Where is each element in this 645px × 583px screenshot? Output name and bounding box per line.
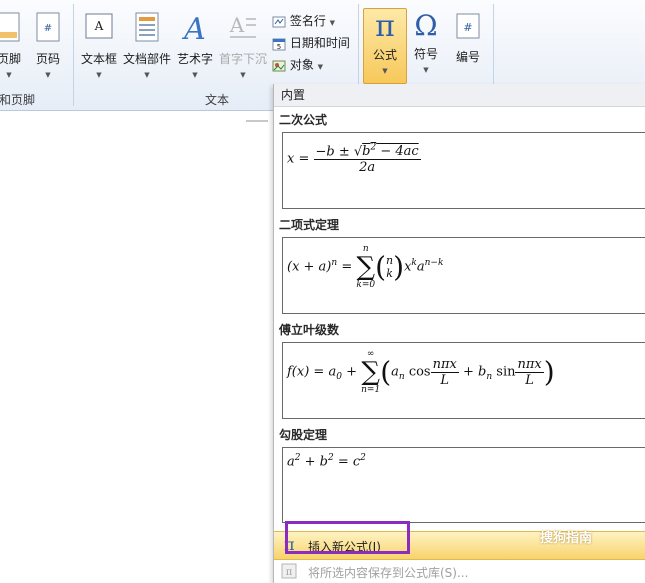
wordart-button[interactable]: A 艺术字 ▼ [175, 12, 215, 79]
calendar-icon: 5 [272, 38, 286, 51]
chevron-down-icon: ▼ [192, 71, 198, 79]
group-label-text: 文本 [205, 93, 230, 107]
page-corner-mark [246, 120, 268, 122]
drop-cap-icon: A [229, 13, 256, 38]
footer-icon [0, 12, 20, 42]
highlight-box [285, 521, 410, 554]
drop-cap-label: 首字下沉 [218, 52, 267, 66]
drop-cap-button[interactable]: A 首字下沉 ▼ [217, 12, 269, 79]
equation-preview: f(x) = a0 + ∞ ∑ n=1 (an cos nπx L + bn sin nπx… [287, 349, 555, 395]
gallery-item-title: 傅立叶级数 [279, 323, 340, 337]
quick-parts-icon [135, 12, 159, 42]
text-box-button[interactable]: A 文本框 ▼ [79, 12, 119, 79]
chevron-down-icon: ▼ [382, 67, 388, 75]
equation-button[interactable]: π 公式 ▼ [363, 8, 407, 84]
equation-preview: a2 + b2 = c2 [287, 453, 366, 470]
object-button[interactable]: 对象 ▼ [272, 56, 323, 74]
chevron-down-icon: ▼ [45, 71, 51, 79]
chevron-down-icon: ▼ [329, 19, 336, 27]
quick-parts-button[interactable]: 文档部件 ▼ [121, 12, 173, 79]
page-number-button[interactable]: # 页码 ▼ [31, 12, 65, 79]
chevron-down-icon: ▼ [423, 66, 429, 74]
omega-icon: Ω [414, 9, 438, 42]
svg-text:#: # [44, 23, 52, 34]
object-icon [272, 60, 286, 71]
wordart-icon: A [181, 12, 206, 47]
date-time-label: 日期和时间 [289, 36, 350, 50]
svg-text:A: A [229, 13, 245, 37]
number-button[interactable]: # 编号 [448, 12, 488, 65]
wordart-label: 艺术字 [176, 52, 213, 66]
equation-gallery: 内置 二次公式 x = −b ± √b2 − 4ac 2a 二项式定理 (x + … [273, 84, 645, 583]
equation-label: 公式 [372, 48, 397, 62]
watermark-text: 搜狗指南 [540, 531, 593, 546]
svg-text:#: # [463, 21, 472, 34]
object-label: 对象 [289, 58, 314, 72]
signature-icon [272, 16, 286, 27]
save-to-gallery-item[interactable]: π 将所选内容保存到公式库(S)... [274, 559, 645, 583]
symbol-button[interactable]: Ω 符号 ▼ [406, 9, 446, 75]
gallery-header: 内置 [274, 84, 645, 107]
svg-text:A: A [181, 12, 206, 44]
gallery-item-binomial[interactable]: (x + a)n = n ∑ k=0(n k)xkan−k [282, 237, 645, 314]
group-separator [73, 4, 74, 106]
group-label-header-footer: 和页脚 [0, 93, 36, 107]
gallery-item-pythagorean[interactable]: a2 + b2 = c2 [282, 447, 645, 523]
page-number-label: 页码 [35, 52, 60, 66]
symbol-label: 符号 [413, 47, 438, 61]
chevron-down-icon: ▼ [317, 63, 324, 71]
quick-parts-label: 文档部件 [122, 52, 171, 66]
text-box-label: 文本框 [80, 52, 117, 66]
footer-label: 页脚 [0, 52, 21, 66]
signature-line-label: 签名行 [289, 14, 326, 28]
gallery-item-title: 勾股定理 [279, 428, 328, 442]
number-label: 编号 [455, 50, 480, 64]
save-to-gallery-label: 将所选内容保存到公式库(S)... [308, 566, 469, 580]
equation-preview: (x + a)n = n ∑ k=0(n k)xkan−k [287, 244, 444, 290]
gallery-item-quadratic[interactable]: x = −b ± √b2 − 4ac 2a [282, 132, 645, 209]
save-equation-icon: π [281, 563, 297, 579]
date-time-button[interactable]: 5 日期和时间 [272, 34, 350, 52]
footer-button[interactable]: 页脚 ▼ [0, 12, 26, 79]
document-page[interactable] [0, 111, 268, 583]
page-number-icon: # [36, 12, 60, 42]
number-icon: # [456, 13, 480, 39]
chevron-down-icon: ▼ [144, 71, 150, 79]
pi-icon: π [375, 9, 395, 44]
svg-text:5: 5 [277, 43, 281, 51]
gallery-item-title: 二项式定理 [279, 218, 340, 232]
chevron-down-icon: ▼ [240, 71, 246, 79]
gallery-item-fourier[interactable]: f(x) = a0 + ∞ ∑ n=1 (an cos nπx L + bn sin nπx… [282, 342, 645, 419]
svg-text:A: A [94, 19, 104, 33]
chevron-down-icon: ▼ [96, 71, 102, 79]
svg-text:π: π [286, 567, 293, 578]
text-box-icon: A [85, 13, 113, 39]
gallery-item-title: 二次公式 [279, 113, 328, 127]
equation-preview: x = −b ± √b2 − 4ac 2a [287, 143, 421, 176]
chevron-down-icon: ▼ [6, 71, 12, 79]
signature-line-button[interactable]: 签名行 ▼ [272, 12, 335, 30]
